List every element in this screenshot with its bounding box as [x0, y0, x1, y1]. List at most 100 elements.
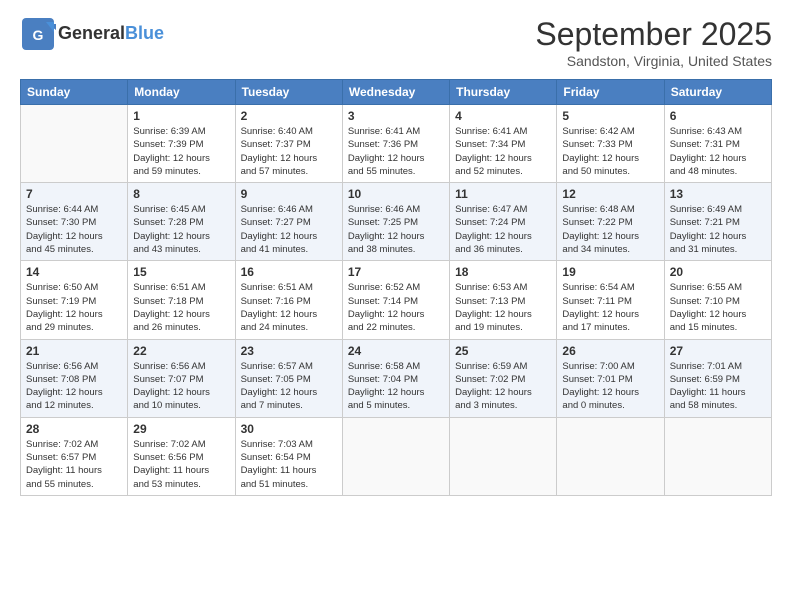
page: G GeneralBlue September 2025 Sandston, V…	[0, 0, 792, 612]
week-row-2: 14Sunrise: 6:50 AM Sunset: 7:19 PM Dayli…	[21, 261, 772, 339]
day-number-4-2: 30	[241, 422, 337, 436]
day-number-3-1: 22	[133, 344, 229, 358]
day-number-1-0: 7	[26, 187, 122, 201]
day-number-1-1: 8	[133, 187, 229, 201]
cell-2-2: 16 Sunrise: 6:51 AM Sunset: 7:16 PM Dayli…	[235, 261, 342, 339]
day-number-2-5: 19	[562, 265, 658, 279]
day-number-3-2: 23	[241, 344, 337, 358]
day-number-0-5: 5	[562, 109, 658, 123]
day-number-1-2: 9	[241, 187, 337, 201]
weekday-header-row: Sunday Monday Tuesday Wednesday Thursday…	[21, 80, 772, 105]
day-info-2-5: Sunrise: 6:54 AM Sunset: 7:11 PM Dayligh…	[562, 281, 658, 334]
day-number-0-4: 4	[455, 109, 551, 123]
day-info-1-4: Sunrise: 6:47 AM Sunset: 7:24 PM Dayligh…	[455, 203, 551, 256]
day-number-2-1: 15	[133, 265, 229, 279]
cell-4-4	[450, 417, 557, 495]
cell-4-0: 28Sunrise: 7:02 AM Sunset: 6:57 PM Dayli…	[21, 417, 128, 495]
day-number-2-6: 20	[670, 265, 766, 279]
th-tuesday: Tuesday	[235, 80, 342, 105]
day-number-3-3: 24	[348, 344, 444, 358]
cell-4-3	[342, 417, 449, 495]
cell-0-3: 3 Sunrise: 6:41 AM Sunset: 7:36 PM Daylig…	[342, 105, 449, 183]
cell-0-1: 1Sunrise: 6:39 AM Sunset: 7:39 PM Daylig…	[128, 105, 235, 183]
day-number-2-4: 18	[455, 265, 551, 279]
day-info-1-5: Sunrise: 6:48 AM Sunset: 7:22 PM Dayligh…	[562, 203, 658, 256]
day-info-1-0: Sunrise: 6:44 AM Sunset: 7:30 PM Dayligh…	[26, 203, 122, 256]
calendar-table: Sunday Monday Tuesday Wednesday Thursday…	[20, 79, 772, 496]
day-info-2-2: Sunrise: 6:51 AM Sunset: 7:16 PM Dayligh…	[241, 281, 337, 334]
logo: G GeneralBlue	[20, 16, 164, 52]
day-number-1-4: 11	[455, 187, 551, 201]
logo-blue: Blue	[125, 23, 164, 43]
logo-icon: G	[20, 16, 56, 52]
title-block: September 2025 Sandston, Virginia, Unite…	[535, 16, 772, 69]
cell-2-6: 20 Sunrise: 6:55 AM Sunset: 7:10 PM Dayli…	[664, 261, 771, 339]
cell-1-4: 11 Sunrise: 6:47 AM Sunset: 7:24 PM Dayli…	[450, 183, 557, 261]
day-number-3-6: 27	[670, 344, 766, 358]
logo-general: General	[58, 23, 125, 43]
day-info-3-4: Sunrise: 6:59 AM Sunset: 7:02 PM Dayligh…	[455, 360, 551, 413]
cell-1-0: 7 Sunrise: 6:44 AM Sunset: 7:30 PM Daylig…	[21, 183, 128, 261]
cell-3-4: 25Sunrise: 6:59 AM Sunset: 7:02 PM Dayli…	[450, 339, 557, 417]
cell-1-3: 10 Sunrise: 6:46 AM Sunset: 7:25 PM Dayli…	[342, 183, 449, 261]
week-row-4: 28Sunrise: 7:02 AM Sunset: 6:57 PM Dayli…	[21, 417, 772, 495]
cell-0-5: 5Sunrise: 6:42 AM Sunset: 7:33 PM Daylig…	[557, 105, 664, 183]
day-info-2-3: Sunrise: 6:52 AM Sunset: 7:14 PM Dayligh…	[348, 281, 444, 334]
day-info-1-1: Sunrise: 6:45 AM Sunset: 7:28 PM Dayligh…	[133, 203, 229, 256]
header: G GeneralBlue September 2025 Sandston, V…	[20, 16, 772, 69]
location-subtitle: Sandston, Virginia, United States	[535, 53, 772, 69]
day-number-0-3: 3	[348, 109, 444, 123]
cell-1-6: 13 Sunrise: 6:49 AM Sunset: 7:21 PM Dayli…	[664, 183, 771, 261]
cell-0-0	[21, 105, 128, 183]
cell-1-2: 9Sunrise: 6:46 AM Sunset: 7:27 PM Daylig…	[235, 183, 342, 261]
day-info-2-1: Sunrise: 6:51 AM Sunset: 7:18 PM Dayligh…	[133, 281, 229, 334]
th-monday: Monday	[128, 80, 235, 105]
th-thursday: Thursday	[450, 80, 557, 105]
day-number-1-3: 10	[348, 187, 444, 201]
day-info-2-6: Sunrise: 6:55 AM Sunset: 7:10 PM Dayligh…	[670, 281, 766, 334]
cell-2-0: 14Sunrise: 6:50 AM Sunset: 7:19 PM Dayli…	[21, 261, 128, 339]
day-info-3-2: Sunrise: 6:57 AM Sunset: 7:05 PM Dayligh…	[241, 360, 337, 413]
week-row-0: 1Sunrise: 6:39 AM Sunset: 7:39 PM Daylig…	[21, 105, 772, 183]
day-info-1-3: Sunrise: 6:46 AM Sunset: 7:25 PM Dayligh…	[348, 203, 444, 256]
day-info-0-2: Sunrise: 6:40 AM Sunset: 7:37 PM Dayligh…	[241, 125, 337, 178]
day-number-1-5: 12	[562, 187, 658, 201]
day-info-4-1: Sunrise: 7:02 AM Sunset: 6:56 PM Dayligh…	[133, 438, 229, 491]
cell-3-6: 27 Sunrise: 7:01 AM Sunset: 6:59 PM Dayli…	[664, 339, 771, 417]
cell-3-5: 26 Sunrise: 7:00 AM Sunset: 7:01 PM Dayli…	[557, 339, 664, 417]
day-number-0-6: 6	[670, 109, 766, 123]
cell-3-2: 23 Sunrise: 6:57 AM Sunset: 7:05 PM Dayli…	[235, 339, 342, 417]
day-info-3-0: Sunrise: 6:56 AM Sunset: 7:08 PM Dayligh…	[26, 360, 122, 413]
day-info-1-6: Sunrise: 6:49 AM Sunset: 7:21 PM Dayligh…	[670, 203, 766, 256]
day-number-0-2: 2	[241, 109, 337, 123]
day-info-3-5: Sunrise: 7:00 AM Sunset: 7:01 PM Dayligh…	[562, 360, 658, 413]
day-info-3-1: Sunrise: 6:56 AM Sunset: 7:07 PM Dayligh…	[133, 360, 229, 413]
day-info-4-0: Sunrise: 7:02 AM Sunset: 6:57 PM Dayligh…	[26, 438, 122, 491]
cell-1-5: 12 Sunrise: 6:48 AM Sunset: 7:22 PM Dayli…	[557, 183, 664, 261]
day-number-2-0: 14	[26, 265, 122, 279]
cell-0-6: 6 Sunrise: 6:43 AM Sunset: 7:31 PM Daylig…	[664, 105, 771, 183]
day-number-1-6: 13	[670, 187, 766, 201]
cell-0-2: 2 Sunrise: 6:40 AM Sunset: 7:37 PM Daylig…	[235, 105, 342, 183]
cell-1-1: 8 Sunrise: 6:45 AM Sunset: 7:28 PM Daylig…	[128, 183, 235, 261]
cell-3-0: 21 Sunrise: 6:56 AM Sunset: 7:08 PM Dayli…	[21, 339, 128, 417]
week-row-3: 21 Sunrise: 6:56 AM Sunset: 7:08 PM Dayli…	[21, 339, 772, 417]
cell-2-1: 15 Sunrise: 6:51 AM Sunset: 7:18 PM Dayli…	[128, 261, 235, 339]
day-info-0-1: Sunrise: 6:39 AM Sunset: 7:39 PM Dayligh…	[133, 125, 229, 178]
day-info-0-6: Sunrise: 6:43 AM Sunset: 7:31 PM Dayligh…	[670, 125, 766, 178]
cell-2-3: 17 Sunrise: 6:52 AM Sunset: 7:14 PM Dayli…	[342, 261, 449, 339]
day-number-3-5: 26	[562, 344, 658, 358]
cell-4-6	[664, 417, 771, 495]
day-info-0-3: Sunrise: 6:41 AM Sunset: 7:36 PM Dayligh…	[348, 125, 444, 178]
cell-0-4: 4Sunrise: 6:41 AM Sunset: 7:34 PM Daylig…	[450, 105, 557, 183]
th-friday: Friday	[557, 80, 664, 105]
svg-text:G: G	[33, 27, 44, 43]
day-number-3-0: 21	[26, 344, 122, 358]
cell-3-3: 24Sunrise: 6:58 AM Sunset: 7:04 PM Dayli…	[342, 339, 449, 417]
day-number-2-2: 16	[241, 265, 337, 279]
day-number-4-1: 29	[133, 422, 229, 436]
cell-2-5: 19 Sunrise: 6:54 AM Sunset: 7:11 PM Dayli…	[557, 261, 664, 339]
th-sunday: Sunday	[21, 80, 128, 105]
day-info-3-6: Sunrise: 7:01 AM Sunset: 6:59 PM Dayligh…	[670, 360, 766, 413]
day-number-2-3: 17	[348, 265, 444, 279]
